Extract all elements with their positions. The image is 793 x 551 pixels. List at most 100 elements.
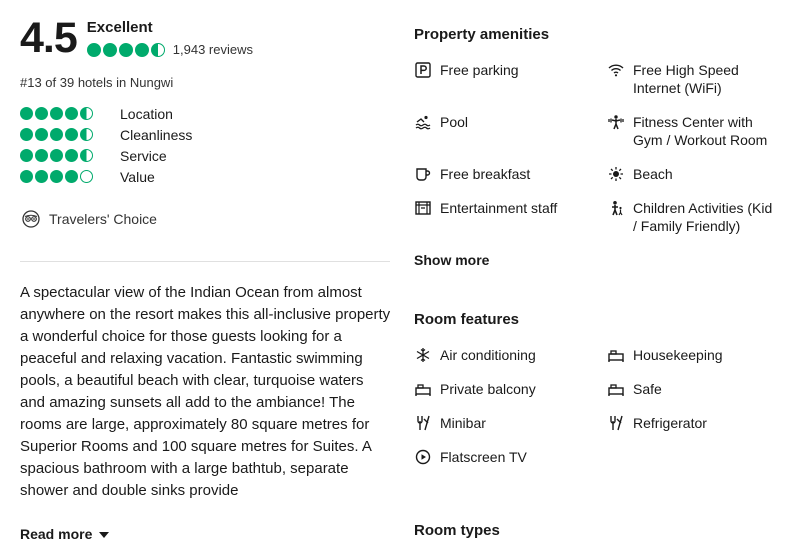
amenity-label: Free parking (440, 62, 519, 78)
rating-label: Excellent (86, 19, 153, 36)
room-types-title: Room types (414, 522, 500, 539)
parking-icon (414, 61, 432, 79)
subrating-location: Location (20, 103, 192, 124)
ranking-text[interactable]: #13 of 39 hotels in Nungwi (20, 75, 173, 90)
wifi-icon (607, 61, 625, 79)
review-count-link[interactable]: 1,943 reviews (173, 42, 253, 57)
full-bubble-icon (86, 42, 101, 57)
amenity-label: Free breakfast (440, 166, 531, 182)
full-bubble-icon (35, 149, 48, 162)
full-bubble-icon (118, 42, 133, 57)
empty-bubble-icon (80, 170, 93, 183)
amenity-label: Pool (440, 114, 469, 130)
feature-label: Minibar (440, 415, 486, 431)
full-bubble-icon (65, 170, 78, 183)
feature-label: Private balcony (440, 381, 536, 397)
snowflake-icon (414, 346, 432, 364)
amenity-label: Children Activities (Kid / Family Friend… (633, 200, 773, 234)
breakfast-icon (414, 165, 432, 183)
overall-score: 4.5 (20, 14, 78, 62)
minibar-icon (414, 414, 432, 432)
overall-bubble-rating (86, 42, 167, 57)
overall-rating: 4.5 Excellent 1,943 reviews (20, 14, 253, 62)
feature-label: Housekeeping (633, 347, 723, 363)
balcony-icon (414, 380, 432, 398)
amenity-item: Children Activities (Kid / Family Friend… (607, 199, 778, 235)
amenity-label: Fitness Center with Gym / Workout Room (633, 114, 768, 148)
room-feature-item: Minibar (414, 414, 585, 432)
full-bubble-icon (65, 128, 78, 141)
half-bubble-icon (150, 42, 165, 57)
full-bubble-icon (20, 149, 33, 162)
pool-icon (414, 113, 432, 131)
read-more-label: Read more (20, 526, 93, 542)
room-feature-item: Refrigerator (607, 414, 778, 432)
room-feature-item: Private balcony (414, 380, 585, 398)
half-bubble-icon (80, 128, 93, 141)
subrating-cleanliness: Cleanliness (20, 124, 192, 145)
amenity-item: Fitness Center with Gym / Workout Room (607, 113, 778, 149)
room-feature-item: Housekeeping (607, 346, 778, 364)
room-feature-item: Flatscreen TV (414, 448, 585, 466)
feature-label: Air conditioning (440, 347, 536, 363)
full-bubble-icon (20, 128, 33, 141)
feature-label: Refrigerator (633, 415, 707, 431)
fitness-icon (607, 113, 625, 131)
amenity-item: Free High Speed Internet (WiFi) (607, 61, 778, 97)
amenity-item: Free breakfast (414, 165, 585, 183)
room-features-title: Room features (414, 311, 520, 328)
refrigerator-icon (607, 414, 625, 432)
half-bubble-icon (80, 149, 93, 162)
amenity-item: Free parking (414, 61, 585, 79)
hotel-description: A spectacular view of the Indian Ocean f… (20, 284, 391, 499)
full-bubble-icon (50, 128, 63, 141)
full-bubble-icon (50, 107, 63, 120)
full-bubble-icon (50, 170, 63, 183)
feature-label: Safe (633, 381, 662, 397)
divider (20, 261, 390, 262)
room-feature-item: Safe (607, 380, 778, 398)
property-amenities-title: Property amenities (414, 26, 550, 43)
cleanliness-bubble-rating (20, 128, 120, 141)
subrating-label: Value (120, 168, 155, 185)
travelers-choice-badge: Travelers' Choice (22, 210, 157, 228)
children-icon (607, 199, 625, 217)
value-bubble-rating (20, 170, 120, 183)
subrating-value: Value (20, 166, 192, 187)
service-bubble-rating (20, 149, 120, 162)
subrating-label: Location (120, 105, 173, 122)
entertainment-icon (414, 199, 432, 217)
owl-icon (22, 210, 40, 228)
subratings: Location Cleanliness Service Value (20, 103, 192, 187)
full-bubble-icon (102, 42, 117, 57)
chevron-down-icon (99, 532, 110, 538)
subrating-label: Cleanliness (120, 126, 193, 143)
amenity-label: Entertainment staff (440, 200, 558, 216)
full-bubble-icon (65, 107, 78, 120)
tv-icon (414, 448, 432, 466)
amenity-item: Pool (414, 113, 585, 131)
amenity-item: Entertainment staff (414, 199, 585, 217)
half-bubble-icon (80, 107, 93, 120)
room-feature-item: Air conditioning (414, 346, 585, 364)
amenity-label: Free High Speed Internet (WiFi) (633, 62, 739, 96)
amenity-label: Beach (633, 166, 673, 182)
feature-label: Flatscreen TV (440, 449, 527, 465)
subrating-label: Service (120, 147, 167, 164)
full-bubble-icon (50, 149, 63, 162)
full-bubble-icon (20, 170, 33, 183)
full-bubble-icon (35, 128, 48, 141)
housekeeping-icon (607, 346, 625, 364)
full-bubble-icon (20, 107, 33, 120)
location-bubble-rating (20, 107, 120, 120)
full-bubble-icon (65, 149, 78, 162)
full-bubble-icon (134, 42, 149, 57)
safe-icon (607, 380, 625, 398)
beach-icon (607, 165, 625, 183)
full-bubble-icon (35, 170, 48, 183)
full-bubble-icon (35, 107, 48, 120)
show-more-amenities-button[interactable]: Show more (414, 252, 489, 268)
travelers-choice-label: Travelers' Choice (49, 211, 157, 227)
read-more-button[interactable]: Read more (20, 526, 110, 542)
amenity-item: Beach (607, 165, 778, 183)
